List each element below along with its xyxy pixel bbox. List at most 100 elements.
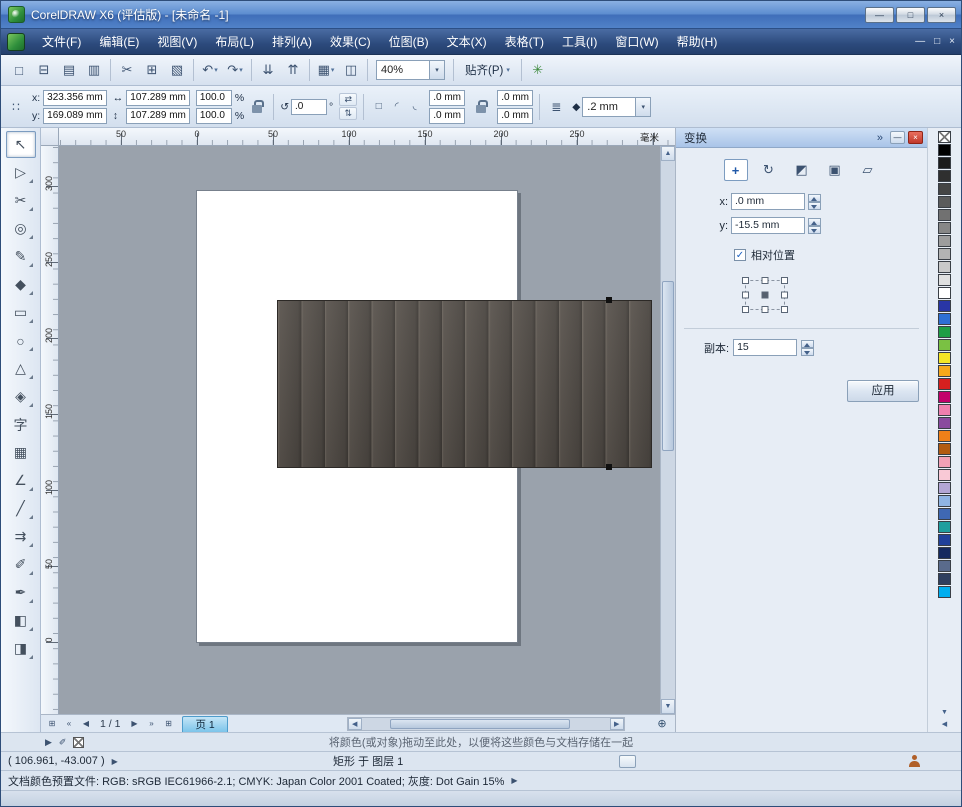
freehand-tool[interactable]: ✎ — [6, 243, 36, 270]
anchor-middle-left[interactable] — [742, 292, 749, 299]
rectangle-tool[interactable]: ▭ — [6, 299, 36, 326]
color-swatch[interactable] — [938, 274, 951, 286]
color-swatch[interactable] — [938, 300, 951, 312]
copies-field[interactable]: 15 — [733, 339, 797, 356]
account-icon[interactable] — [908, 755, 921, 768]
undo-button[interactable]: ↶ — [198, 58, 222, 82]
docker-close-button[interactable]: × — [908, 131, 923, 144]
menu-text[interactable]: 文本(X) — [438, 29, 496, 54]
print-button[interactable]: ▥ — [82, 58, 106, 82]
transform-x-spinner[interactable] — [808, 194, 821, 210]
close-button[interactable]: × — [927, 7, 956, 23]
basic-shapes-tool[interactable]: ◈ — [6, 383, 36, 410]
import-button[interactable]: ⇊ — [256, 58, 280, 82]
shape-tool[interactable]: ▷ — [6, 159, 36, 186]
corner-radius-br-field[interactable]: .0 mm — [497, 108, 533, 124]
color-swatch[interactable] — [938, 560, 951, 572]
color-swatch[interactable] — [938, 261, 951, 273]
mirror-vertical-button[interactable]: ⇅ — [339, 107, 357, 120]
anchor-bottom-left[interactable] — [742, 306, 749, 313]
add-page-button[interactable]: ⊞ — [160, 717, 176, 731]
vertical-scroll-track[interactable] — [661, 161, 675, 699]
transform-position-tab[interactable]: + — [724, 159, 748, 181]
color-swatch[interactable] — [938, 586, 951, 598]
menu-bitmaps[interactable]: 位图(B) — [380, 29, 438, 54]
color-swatch[interactable] — [938, 443, 951, 455]
paste-button[interactable]: ▧ — [165, 58, 189, 82]
eyedropper-icon[interactable]: ✐ — [59, 737, 67, 748]
corner-radius-tl-field[interactable]: .0 mm — [429, 90, 465, 106]
zoom-level-value[interactable]: 40% — [377, 64, 429, 76]
docker-minimize-button[interactable]: — — [890, 131, 905, 144]
color-swatch[interactable] — [938, 469, 951, 481]
wrap-text-button[interactable]: ≣ — [546, 97, 566, 117]
snap-to-button[interactable]: 贴齐(P) — [458, 59, 517, 81]
scroll-up-button[interactable]: ▲ — [661, 146, 675, 161]
color-swatch[interactable] — [938, 196, 951, 208]
rotation-angle-field[interactable]: .0 — [291, 99, 327, 115]
anchor-center[interactable] — [762, 292, 769, 299]
anchor-bottom-center[interactable] — [762, 306, 769, 313]
no-color-swatch[interactable] — [73, 737, 84, 748]
color-swatch[interactable] — [938, 352, 951, 364]
new-document-button[interactable]: □ — [7, 58, 31, 82]
horizontal-scroll-track[interactable] — [362, 718, 610, 730]
corner-radius-tr-field[interactable]: .0 mm — [497, 90, 533, 106]
menu-edit[interactable]: 编辑(E) — [90, 29, 148, 54]
scalloped-corner-button[interactable]: ◜ — [388, 99, 405, 114]
scroll-left-button[interactable]: ◀ — [348, 718, 362, 730]
document-minimize-button[interactable]: — — [915, 34, 925, 50]
page-tab[interactable]: 页 1 — [182, 716, 227, 732]
outline-pen-tool[interactable]: ✒ — [6, 579, 36, 606]
menu-window[interactable]: 窗口(W) — [606, 29, 667, 54]
connector-tool[interactable]: ╱ — [6, 495, 36, 522]
menu-view[interactable]: 视图(V) — [148, 29, 206, 54]
anchor-top-center[interactable] — [762, 277, 769, 284]
dimension-tool[interactable]: ∠ — [6, 467, 36, 494]
transform-rotate-tab[interactable]: ↻ — [757, 159, 781, 181]
vertical-ruler[interactable]: 300 250 200 150 100 50 0 — [41, 146, 59, 714]
table-tool[interactable]: ▦ — [6, 439, 36, 466]
welcome-screen-button[interactable]: ◫ — [339, 58, 363, 82]
navigator-zoom-button[interactable]: ⊕ — [653, 716, 671, 731]
anchor-middle-right[interactable] — [781, 292, 788, 299]
polygon-tool[interactable]: △ — [6, 355, 36, 382]
menu-file[interactable]: 文件(F) — [33, 29, 90, 54]
selected-rectangle-object[interactable] — [277, 300, 652, 468]
fill-tool[interactable]: ◧ — [6, 607, 36, 634]
first-page-button[interactable]: « — [61, 717, 77, 731]
outline-width-combo[interactable]: .2 mm ▾ — [582, 97, 651, 117]
round-corner-button[interactable]: □ — [370, 99, 387, 114]
color-swatch[interactable] — [938, 521, 951, 533]
mirror-horizontal-button[interactable]: ⇄ — [339, 93, 357, 106]
color-swatch[interactable] — [938, 248, 951, 260]
color-swatch[interactable] — [938, 183, 951, 195]
scroll-right-button[interactable]: ▶ — [610, 718, 624, 730]
color-swatch[interactable] — [938, 508, 951, 520]
menu-layout[interactable]: 布局(L) — [206, 29, 263, 54]
palette-scroll-down-button[interactable]: ▼ — [938, 707, 952, 717]
color-swatch[interactable] — [938, 170, 951, 182]
color-swatch[interactable] — [938, 339, 951, 351]
color-swatch[interactable] — [938, 391, 951, 403]
outline-width-dropdown-icon[interactable]: ▾ — [635, 98, 650, 116]
blend-tool[interactable]: ⇉ — [6, 523, 36, 550]
selection-handle[interactable] — [606, 297, 612, 303]
status-mini-button[interactable] — [619, 755, 636, 768]
object-height-field[interactable]: 107.289 mm — [126, 108, 190, 124]
zoom-tool[interactable]: ◎ — [6, 215, 36, 242]
drawing-canvas[interactable] — [59, 146, 660, 714]
cut-button[interactable]: ✂ — [115, 58, 139, 82]
menu-help[interactable]: 帮助(H) — [668, 29, 727, 54]
vertical-scroll-thumb[interactable] — [662, 281, 674, 451]
copies-spinner[interactable] — [801, 340, 814, 356]
color-swatch[interactable] — [938, 365, 951, 377]
color-swatch[interactable] — [938, 482, 951, 494]
color-swatch[interactable] — [938, 131, 951, 143]
color-swatch[interactable] — [938, 547, 951, 559]
transform-skew-tab[interactable]: ▱ — [856, 159, 880, 181]
next-page-button[interactable]: ▶ — [126, 717, 142, 731]
app-launcher-button[interactable]: ▦ — [314, 58, 338, 82]
color-swatch[interactable] — [938, 222, 951, 234]
outline-width-value[interactable]: .2 mm — [583, 101, 635, 113]
